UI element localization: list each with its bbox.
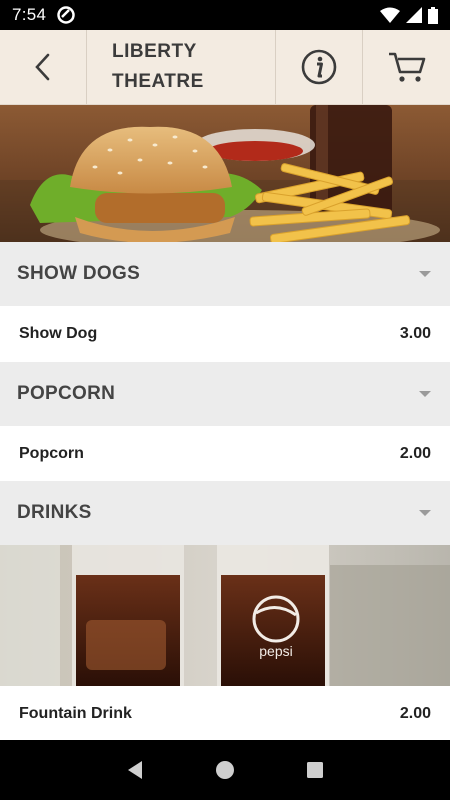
menu-item-fountain-drink[interactable]: Fountain Drink 2.00	[0, 686, 450, 742]
chevron-down-icon	[419, 271, 431, 277]
cart-icon	[388, 52, 425, 82]
venue-title-cell: LIBERTY THEATRE	[87, 30, 276, 104]
section-title: DRINKS	[17, 502, 92, 523]
app-notification-icon	[57, 6, 76, 24]
section-title: SHOW DOGS	[17, 263, 141, 284]
pepsi-logo-text: pepsi	[259, 643, 292, 659]
section-header-drinks[interactable]: DRINKS	[0, 481, 450, 545]
system-nav-bar	[0, 740, 450, 800]
nav-back-icon[interactable]	[124, 759, 146, 781]
section-title: POPCORN	[17, 383, 116, 404]
item-price: 3.00	[399, 325, 431, 342]
venue-title: LIBERTY THEATRE	[112, 41, 204, 92]
back-button[interactable]	[0, 30, 87, 104]
nav-recents-icon[interactable]	[304, 759, 326, 781]
cellular-signal-icon	[406, 7, 422, 23]
menu-item-popcorn[interactable]: Popcorn 2.00	[0, 426, 450, 482]
battery-icon	[428, 6, 438, 24]
status-bar: 7:54	[0, 0, 450, 30]
item-name: Fountain Drink	[19, 705, 132, 722]
wifi-icon	[380, 7, 400, 23]
cart-button[interactable]	[363, 30, 450, 104]
chevron-down-icon	[419, 391, 431, 397]
item-price: 2.00	[399, 445, 431, 462]
chevron-down-icon	[419, 510, 431, 516]
menu-item-show-dog[interactable]: Show Dog 3.00	[0, 306, 450, 362]
item-name: Show Dog	[19, 325, 98, 342]
nav-home-icon[interactable]	[214, 759, 236, 781]
app-header: LIBERTY THEATRE	[0, 30, 450, 105]
section-header-popcorn[interactable]: POPCORN	[0, 362, 450, 426]
section-header-show-dogs[interactable]: SHOW DOGS	[0, 242, 450, 306]
status-time: 7:54	[12, 5, 47, 24]
info-button[interactable]	[276, 30, 363, 104]
drinks-image: pepsi	[0, 545, 450, 686]
info-icon	[301, 49, 337, 85]
hero-food-image	[0, 105, 450, 242]
item-name: Popcorn	[19, 445, 84, 462]
chevron-left-icon	[35, 53, 50, 81]
item-price: 2.00	[399, 705, 431, 722]
